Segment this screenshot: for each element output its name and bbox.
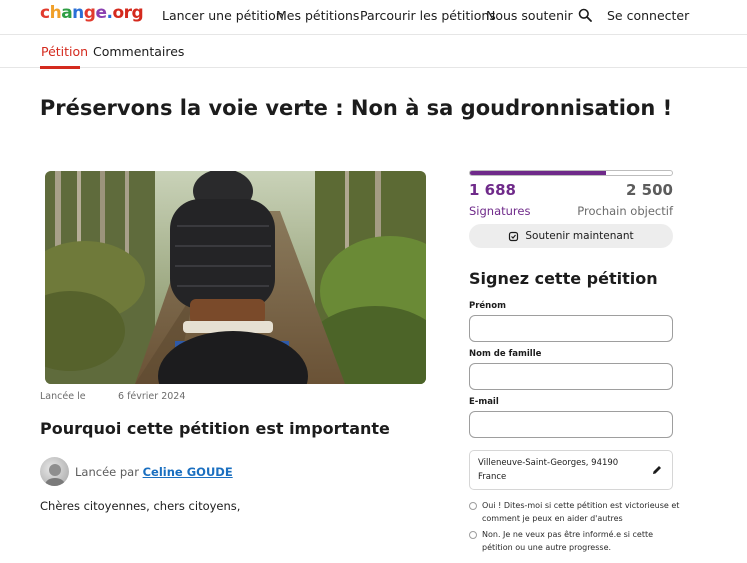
launched-by-line: Lancée par Celine GOUDE	[75, 465, 233, 479]
location-country: France	[478, 472, 507, 482]
page-tabs: Pétition Commentaires	[0, 34, 747, 69]
option-yes-text: Oui ! Dites-moi si cette pétition est vi…	[482, 501, 680, 523]
signature-progress-fill	[470, 171, 607, 175]
signature-goal-label: Prochain objectif	[577, 204, 673, 218]
login-link[interactable]: Se connecter	[607, 8, 689, 23]
author-avatar	[40, 457, 69, 486]
petition-body: Chères citoyennes, chers citoyens,	[40, 499, 241, 513]
pencil-icon[interactable]	[651, 464, 663, 476]
option-no-text: Non. Je ne veux pas être informé.e si ce…	[482, 530, 654, 552]
support-now-label: Soutenir maintenant	[525, 230, 634, 242]
author-link[interactable]: Celine GOUDE	[143, 465, 233, 479]
option-no-radio[interactable]	[469, 531, 477, 539]
search-icon[interactable]	[578, 8, 592, 22]
launched-label: Lancée le	[40, 391, 86, 402]
tab-petition[interactable]: Pétition	[41, 44, 88, 59]
nav-my-petitions[interactable]: Mes pétitions	[276, 8, 359, 23]
change-org-logo[interactable]: change.org	[40, 3, 144, 23]
nav-start-petition[interactable]: Lancer une pétition	[162, 8, 284, 23]
location-city: Villeneuve-Saint-Georges, 94190	[478, 458, 619, 468]
signature-count-label: Signatures	[469, 204, 531, 218]
signature-progress-bar	[469, 170, 673, 176]
first-name-label: Prénom	[469, 301, 506, 311]
petition-image	[45, 171, 426, 384]
email-field[interactable]	[469, 411, 673, 438]
active-tab-indicator	[40, 66, 80, 69]
support-now-button[interactable]: Soutenir maintenant	[469, 224, 673, 248]
nav-support-us[interactable]: Nous soutenir	[486, 8, 573, 23]
sign-form-title: Signez cette pétition	[469, 269, 658, 288]
signature-count: 1 688	[469, 181, 516, 199]
option-yes-radio[interactable]	[469, 502, 477, 510]
first-name-field[interactable]	[469, 315, 673, 342]
last-name-label: Nom de famille	[469, 349, 542, 359]
last-name-field[interactable]	[469, 363, 673, 390]
location-box[interactable]: Villeneuve-Saint-Georges, 94190 France	[469, 450, 673, 490]
support-icon	[509, 231, 519, 241]
email-label: E-mail	[469, 397, 499, 407]
nav-browse-petitions[interactable]: Parcourir les pétitions	[360, 8, 496, 23]
top-navigation: change.org Lancer une pétition Mes pétit…	[0, 0, 747, 34]
launched-by-prefix: Lancée par	[75, 465, 139, 479]
petition-title: Préservons la voie verte : Non à sa goud…	[39, 96, 673, 120]
tab-comments[interactable]: Commentaires	[93, 44, 184, 59]
launched-date: 6 février 2024	[118, 391, 186, 402]
signature-goal: 2 500	[626, 181, 673, 199]
why-important-heading: Pourquoi cette pétition est importante	[40, 419, 390, 438]
